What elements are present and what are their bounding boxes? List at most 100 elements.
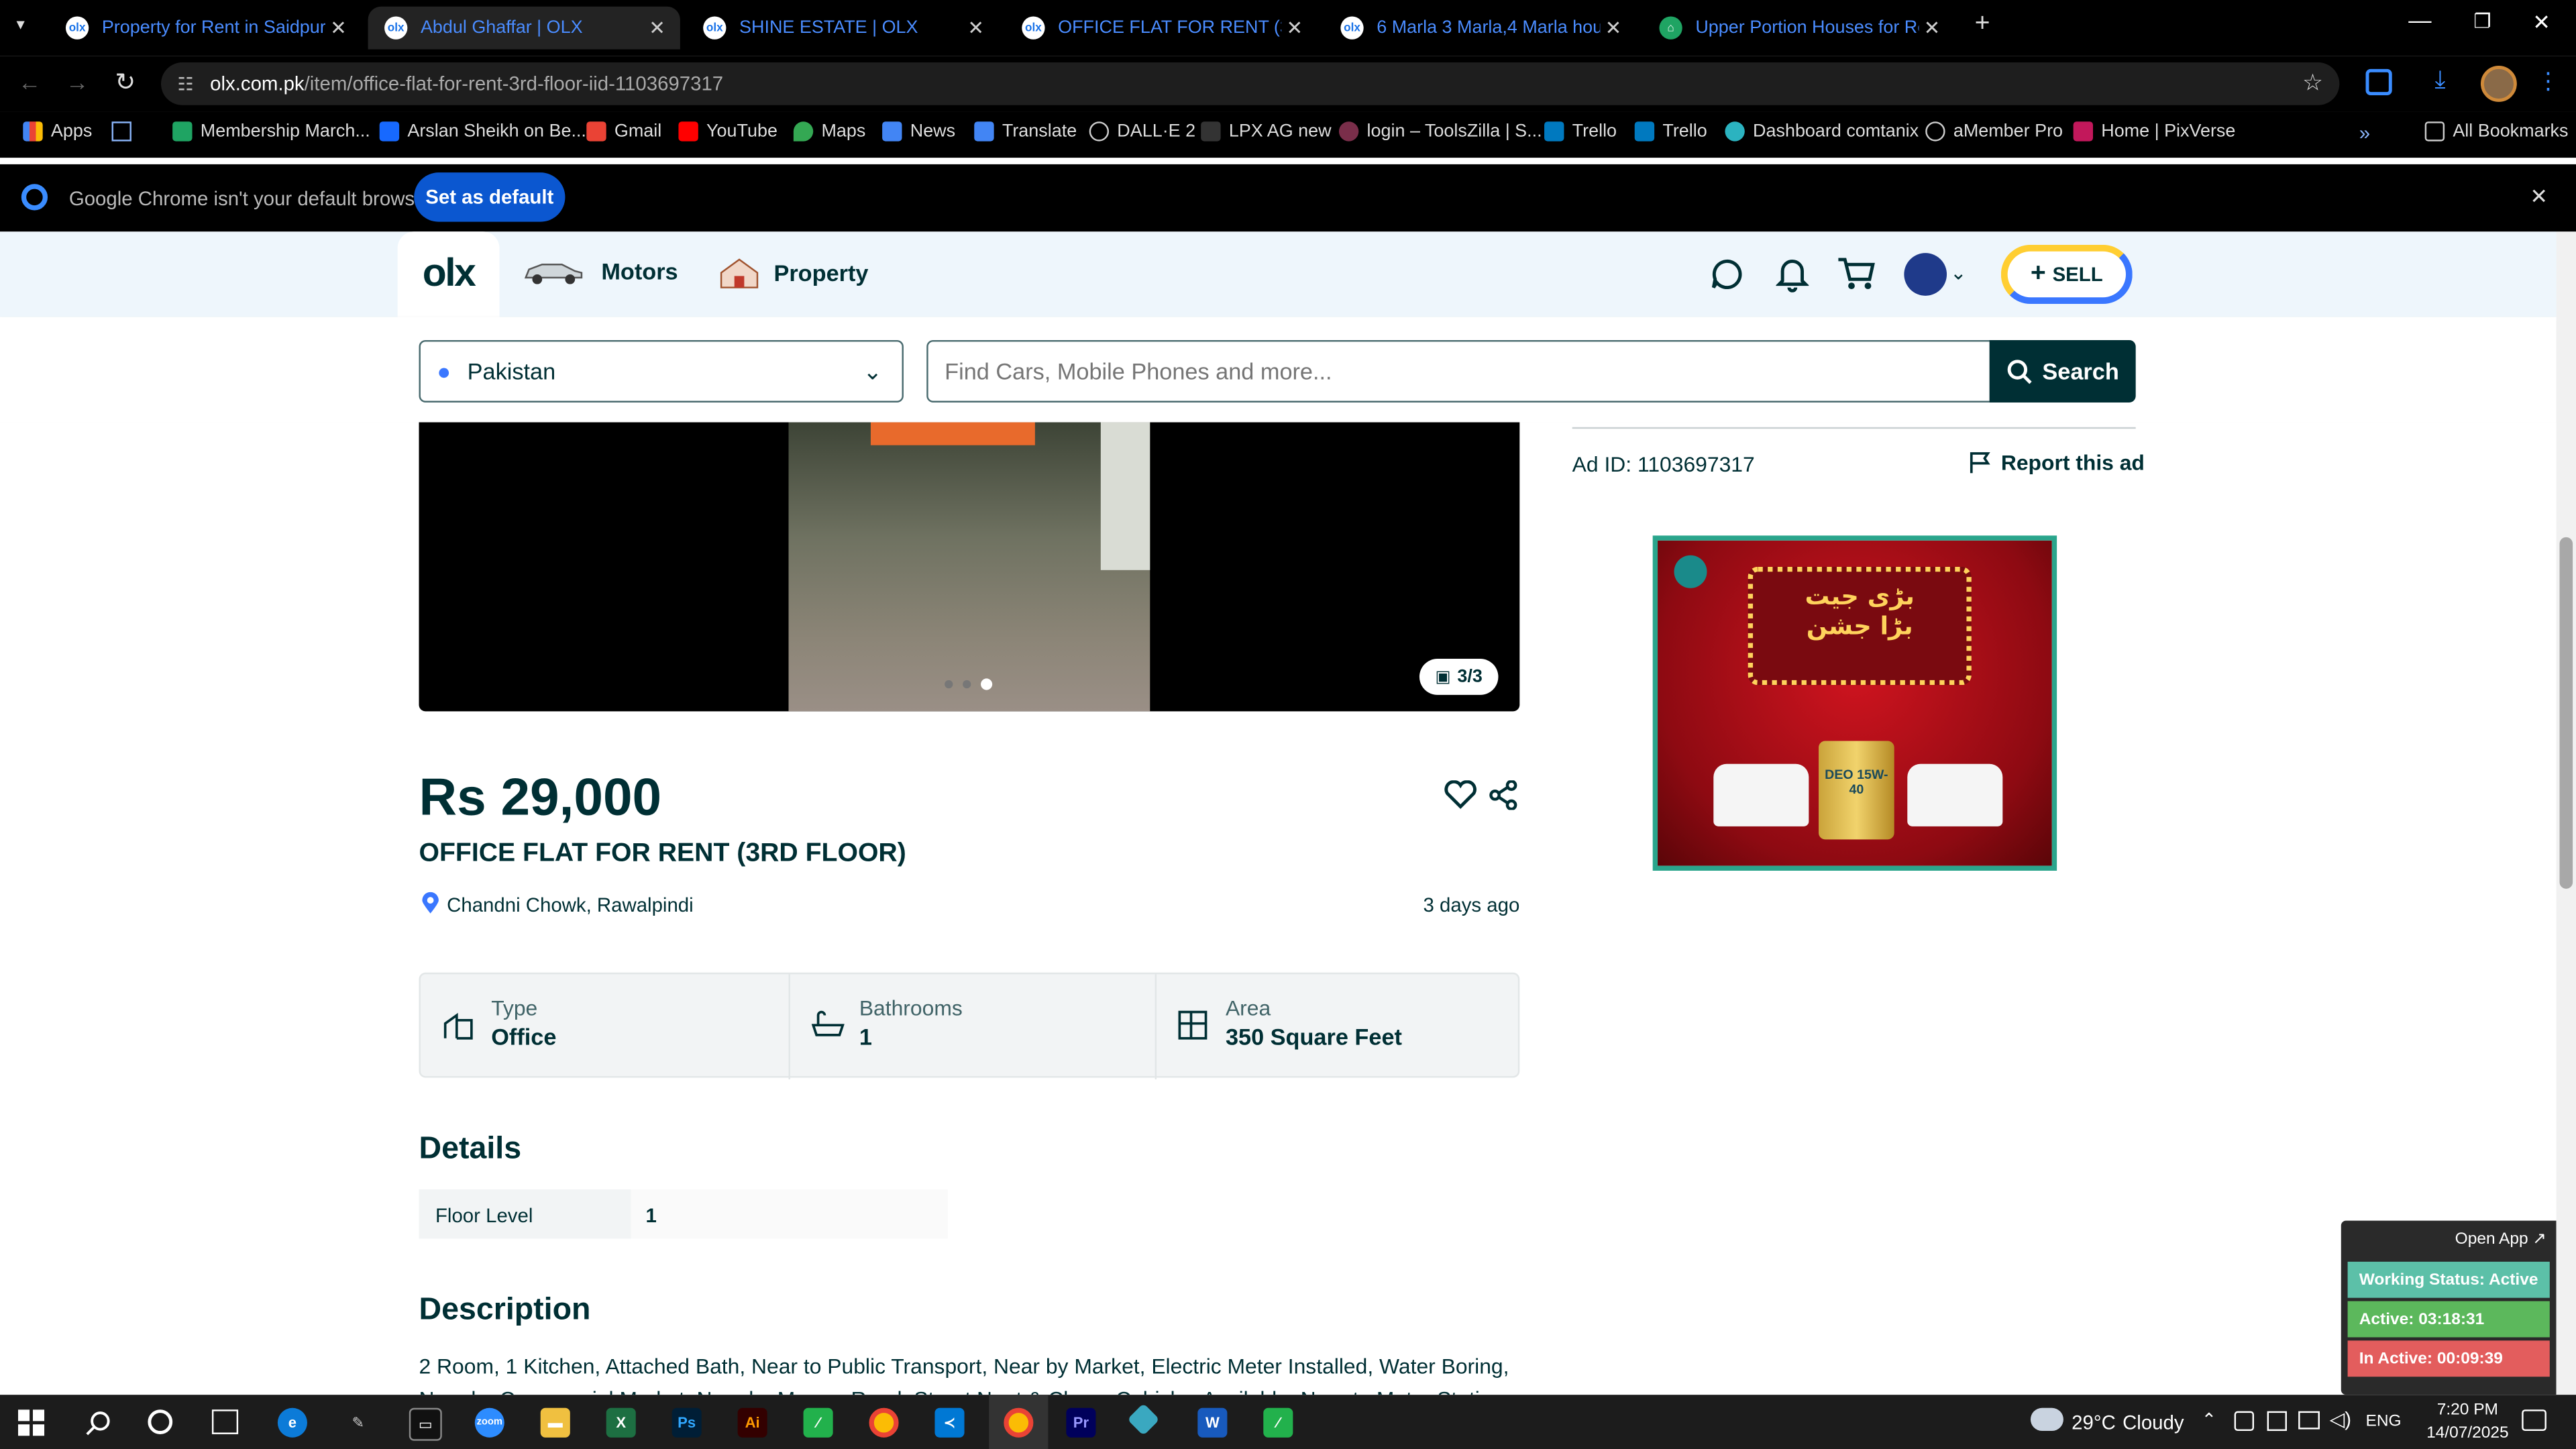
tab-close-icon[interactable]: ✕ (644, 16, 670, 39)
search-input[interactable] (926, 339, 1992, 402)
bookmark-apps[interactable]: Apps (23, 121, 92, 142)
green-app-2-icon[interactable]: ∕ (1263, 1407, 1293, 1438)
close-window-icon[interactable]: ✕ (2524, 10, 2560, 46)
browser-tab-1[interactable]: olx Property for Rent in Saidpur Ro ✕ (49, 7, 361, 50)
bookmark-dalle[interactable]: DALL·E 2 (1089, 121, 1195, 142)
bookmark-gmail[interactable]: Gmail (586, 121, 661, 142)
profile-avatar[interactable] (2480, 65, 2517, 102)
scrollbar-thumb[interactable] (2559, 537, 2573, 889)
avatar-chevron-down-icon[interactable]: ⌄ (1950, 261, 1967, 284)
tab-close-icon[interactable]: ✕ (1281, 16, 1307, 39)
bookmark-toolszilla[interactable]: login – ToolsZilla | S... (1338, 121, 1542, 142)
premiere-icon[interactable]: Pr (1066, 1407, 1096, 1438)
clock-date[interactable]: 14/07/2025 (2425, 1424, 2510, 1442)
extensions-icon[interactable] (2365, 68, 2392, 96)
bookmark-youtube[interactable]: YouTube (678, 121, 777, 142)
address-bar[interactable]: ☷ olx.com.pk/item/office-flat-for-rent-3… (161, 62, 2340, 105)
tray-display-icon[interactable] (2267, 1411, 2287, 1432)
gallery-dot-active[interactable] (981, 678, 993, 690)
set-as-default-button[interactable]: Set as default (414, 172, 566, 222)
image-gallery[interactable]: ▣ 3/3 (419, 422, 1520, 712)
bookmark-translate[interactable]: Translate (974, 121, 1077, 142)
tray-chevron-up-icon[interactable]: ⌃ (2202, 1409, 2217, 1431)
restore-window-icon[interactable]: ❐ (2464, 10, 2500, 46)
terminal-icon[interactable]: ▭ (409, 1407, 442, 1441)
zoom-icon[interactable]: zoom (474, 1407, 504, 1438)
browser-tab-4[interactable]: olx OFFICE FLAT FOR RENT (3RD FL ✕ (1006, 7, 1318, 50)
weather-text[interactable]: Cloudy (2123, 1411, 2184, 1434)
bookmark-lpx[interactable]: LPX AG new (1201, 121, 1332, 142)
heart-icon[interactable] (1444, 780, 1477, 810)
bookmark-star-icon[interactable]: ☆ (2302, 69, 2323, 97)
all-bookmarks[interactable]: All Bookmarks (2424, 121, 2568, 142)
browser-tab-5[interactable]: olx 6 Marla 3 Marla,4 Marla house ✕ (1324, 7, 1636, 50)
share-icon[interactable] (1489, 780, 1518, 811)
network-icon[interactable] (2298, 1411, 2320, 1430)
search-icon[interactable] (85, 1409, 111, 1436)
olx-logo[interactable]: olx (397, 231, 500, 317)
weather-cloud-icon[interactable] (2030, 1407, 2063, 1432)
bookmark-trello-2[interactable]: Trello (1634, 121, 1707, 142)
forward-icon[interactable]: → (66, 69, 89, 95)
user-avatar[interactable] (1904, 253, 1947, 296)
vscode-icon[interactable]: ≺ (934, 1407, 965, 1438)
advertisement-banner[interactable]: بڑی جیت بڑا جشن DEO 15W-40 (1652, 535, 2057, 871)
bookmark-trello-1[interactable]: Trello (1544, 121, 1617, 142)
action-center-icon[interactable] (2522, 1409, 2546, 1432)
diamond-app-icon[interactable] (1127, 1403, 1160, 1436)
tab-close-icon[interactable]: ✕ (963, 16, 989, 39)
tab-close-icon[interactable]: ✕ (1600, 16, 1626, 39)
close-infobar-icon[interactable]: ✕ (2530, 184, 2548, 210)
browser-tab-2[interactable]: olx Abdul Ghaffar | OLX ✕ (368, 6, 680, 50)
cortana-icon[interactable] (148, 1409, 173, 1434)
tab-search-chevron-icon[interactable]: ▾ (16, 16, 36, 36)
input-language[interactable]: ENG (2366, 1413, 2402, 1431)
word-icon[interactable]: W (1197, 1407, 1228, 1438)
download-icon[interactable]: ⤓ (2434, 66, 2445, 94)
new-tab-icon[interactable]: + (1975, 10, 1990, 40)
excel-icon[interactable]: X (606, 1407, 636, 1438)
gallery-dot[interactable] (963, 680, 971, 689)
file-explorer-icon[interactable]: ▬ (540, 1407, 570, 1438)
photoshop-icon[interactable]: Ps (672, 1407, 702, 1438)
volume-icon[interactable]: ◁) (2330, 1408, 2351, 1431)
green-app-icon[interactable]: ∕ (803, 1407, 833, 1438)
bookmark-pixverse[interactable]: Home | PixVerse (2073, 121, 2235, 142)
back-icon[interactable]: ← (18, 69, 41, 95)
edge-icon[interactable]: e (277, 1407, 307, 1438)
nav-property[interactable]: Property (718, 255, 868, 291)
tab-groups-icon[interactable] (111, 121, 131, 142)
bookmark-maps[interactable]: Maps (793, 121, 865, 142)
tab-close-icon[interactable]: ✕ (1919, 16, 1945, 39)
chrome-icon[interactable] (869, 1407, 899, 1438)
chrome-active-icon[interactable] (1004, 1407, 1034, 1438)
task-view-icon[interactable] (211, 1409, 239, 1434)
cart-icon[interactable] (1837, 256, 1876, 292)
nav-motors[interactable]: Motors (523, 258, 678, 284)
location-select[interactable]: ● Pakistan ⌄ (419, 339, 904, 402)
minimize-window-icon[interactable]: — (2402, 7, 2438, 46)
browser-tab-6[interactable]: ⌂ Upper Portion Houses for Rent ✕ (1643, 7, 1955, 50)
tray-app-icon[interactable] (2234, 1411, 2254, 1432)
windows-start-icon[interactable] (17, 1409, 45, 1436)
notification-bell-icon[interactable] (1775, 256, 1810, 292)
clock-time[interactable]: 7:20 PM (2425, 1401, 2510, 1419)
illustrator-icon[interactable]: Ai (737, 1407, 767, 1438)
pen-icon[interactable]: ✎ (343, 1408, 373, 1438)
bookmark-amember[interactable]: aMember Pro (1925, 121, 2063, 142)
reload-icon[interactable]: ↻ (115, 67, 136, 97)
chat-icon[interactable] (1710, 258, 1743, 290)
bookmark-comtanix[interactable]: Dashboard comtanix (1725, 121, 1919, 142)
more-bookmarks-icon[interactable]: » (2359, 121, 2370, 144)
tab-close-icon[interactable]: ✕ (325, 16, 352, 39)
open-app-link[interactable]: Open App ↗ (2455, 1230, 2546, 1248)
report-ad-link[interactable]: Report this ad (1968, 450, 2145, 475)
chrome-menu-icon[interactable]: ⋮ (2536, 67, 2559, 95)
browser-tab-3[interactable]: olx SHINE ESTATE | OLX ✕ (687, 7, 999, 50)
site-info-icon[interactable]: ☷ (177, 73, 193, 94)
gallery-dot[interactable] (945, 680, 953, 689)
bookmark-membership[interactable]: Membership March... (172, 121, 370, 142)
page-scrollbar[interactable] (2556, 231, 2576, 1395)
sell-button[interactable]: + SELL (2000, 244, 2133, 305)
bookmark-behance[interactable]: Arslan Sheikh on Be... (379, 121, 586, 142)
